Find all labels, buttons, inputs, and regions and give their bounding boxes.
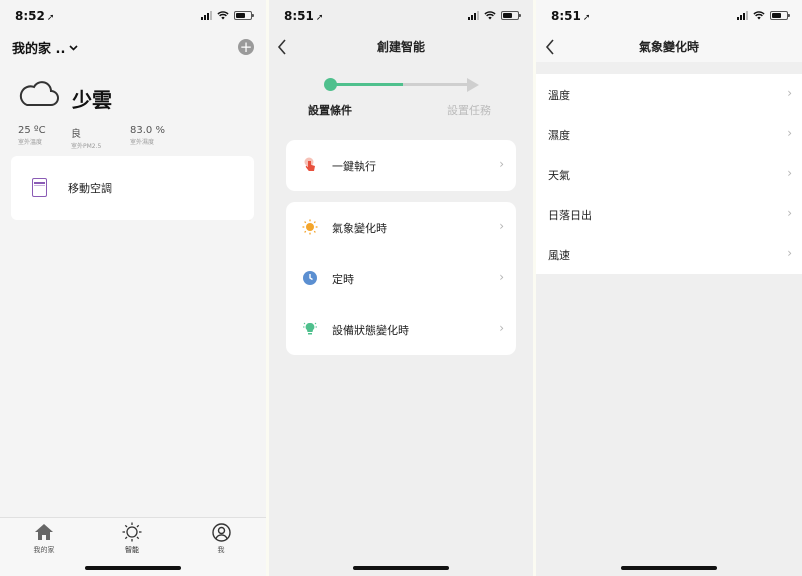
list-item-temperature[interactable]: 溫度 › — [536, 74, 802, 114]
option-label: 氣象變化時 — [332, 222, 387, 235]
status-time: 8:52 ➚ — [15, 9, 55, 23]
chevron-down-icon — [69, 44, 78, 51]
status-bar: 8:52 ➚ — [0, 0, 266, 34]
home-screen: 8:52 ➚ 我的家 .. + 少雲 25 ºC 室外溫度 良 室外PM2.5 8… — [0, 0, 266, 576]
status-icons — [737, 11, 790, 20]
stat-humidity: 83.0 % 室外濕度 — [130, 125, 165, 146]
option-label: 定時 — [332, 273, 354, 286]
stat-value: 83.0 % — [130, 125, 165, 136]
list-item-humidity[interactable]: 濕度 › — [536, 114, 802, 154]
chevron-right-icon: › — [499, 157, 504, 171]
option-one-click[interactable]: 一鍵執行 › — [286, 140, 516, 191]
list-item-label: 溫度 — [548, 89, 570, 102]
device-card[interactable]: 移動空調 — [11, 156, 254, 220]
option-label: 設備狀態變化時 — [332, 324, 409, 337]
card-conditions: 氣象變化時 › 定時 › 設備狀態變化時 › — [286, 202, 516, 355]
home-indicator — [85, 566, 181, 570]
weather-label: 少雲 — [72, 88, 112, 112]
create-smart-screen: 8:51 ➚ 創建智能 設置條件 設置任務 一鍵執行 › 氣象變化時 › 定時 … — [269, 0, 533, 576]
wifi-icon — [217, 11, 229, 20]
tab-me[interactable]: 我 — [191, 522, 251, 555]
tab-label: 我的家 — [33, 546, 55, 554]
sun-icon — [302, 219, 318, 235]
option-schedule[interactable]: 定時 › — [286, 253, 516, 304]
wifi-icon — [753, 11, 765, 20]
weather-condition-list: 溫度 › 濕度 › 天氣 › 日落日出 › 風速 › — [536, 74, 802, 274]
tap-hand-icon — [304, 157, 315, 171]
signal-icon — [201, 11, 212, 20]
option-device-state[interactable]: 設備狀態變化時 › — [286, 304, 516, 355]
stat-value: 良 — [71, 129, 81, 140]
list-item-label: 濕度 — [548, 129, 570, 142]
device-name: 移動空調 — [68, 182, 112, 195]
battery-icon — [234, 11, 254, 20]
air-conditioner-icon — [32, 178, 47, 197]
stat-label: 室外濕度 — [130, 139, 155, 146]
list-item-label: 日落日出 — [548, 209, 592, 222]
section-spacer — [536, 62, 802, 74]
list-item-wind-speed[interactable]: 風速 › — [536, 234, 802, 274]
option-weather-change[interactable]: 氣象變化時 › — [286, 202, 516, 253]
status-icons — [468, 11, 521, 20]
stat-pm25: 良 室外PM2.5 — [71, 125, 101, 150]
chevron-right-icon: › — [787, 126, 792, 140]
step-arrow-icon — [467, 78, 479, 92]
step-line-done — [335, 83, 403, 86]
stat-temperature: 25 ºC 室外溫度 — [18, 125, 46, 146]
stat-label: 室外PM2.5 — [71, 143, 102, 150]
tab-smart[interactable]: 智能 — [102, 522, 162, 555]
wifi-icon — [484, 11, 496, 20]
battery-icon — [501, 11, 521, 20]
step-progress: 設置條件 設置任務 — [269, 70, 533, 120]
screens-stage: 8:52 ➚ 我的家 .. + 少雲 25 ºC 室外溫度 良 室外PM2.5 8… — [0, 0, 802, 576]
home-indicator — [353, 566, 449, 570]
tab-label: 我 — [217, 546, 225, 554]
home-title: 我的家 .. — [12, 42, 66, 57]
profile-icon — [211, 522, 231, 542]
option-label: 一鍵執行 — [332, 160, 376, 173]
chevron-right-icon: › — [787, 246, 792, 260]
status-icons — [201, 11, 254, 20]
list-item-label: 天氣 — [548, 169, 570, 182]
list-item-weather[interactable]: 天氣 › — [536, 154, 802, 194]
page-title: 氣象變化時 — [638, 40, 699, 54]
step-line-pending — [403, 83, 469, 86]
clock-icon — [303, 271, 317, 285]
cloud-icon — [19, 81, 59, 106]
house-icon — [35, 524, 53, 540]
chevron-right-icon: › — [787, 86, 792, 100]
battery-icon — [770, 11, 790, 20]
chevron-right-icon: › — [787, 206, 792, 220]
chevron-right-icon: › — [499, 321, 504, 335]
stat-label: 室外溫度 — [18, 139, 43, 146]
stat-value: 25 ºC — [18, 125, 46, 136]
card-manual: 一鍵執行 › — [286, 140, 516, 191]
chevron-right-icon: › — [787, 166, 792, 180]
status-bar: 8:51 ➚ — [269, 0, 533, 34]
weather-change-screen: 8:51 ➚ 氣象變化時 溫度 › 濕度 › 天氣 › 日落日出 › 風速 › — [536, 0, 802, 576]
step-label-tasks: 設置任務 — [447, 104, 491, 117]
tab-my-home[interactable]: 我的家 — [14, 522, 74, 555]
step-current-dot — [324, 78, 337, 91]
status-time: 8:51 ➚ — [284, 9, 324, 23]
signal-icon — [468, 11, 479, 20]
sun-icon — [122, 522, 142, 542]
home-indicator — [621, 566, 717, 570]
home-selector[interactable]: 我的家 .. — [12, 38, 78, 57]
add-icon[interactable]: + — [238, 39, 254, 55]
chevron-right-icon: › — [499, 219, 504, 233]
tab-label: 智能 — [125, 546, 139, 554]
status-time: 8:51 ➚ — [551, 9, 591, 23]
signal-icon — [737, 11, 748, 20]
list-item-sunrise-sunset[interactable]: 日落日出 › — [536, 194, 802, 234]
list-item-label: 風速 — [548, 249, 570, 262]
page-title: 創建智能 — [376, 40, 425, 54]
bulb-icon — [303, 322, 317, 335]
step-label-conditions: 設置條件 — [308, 104, 352, 117]
chevron-right-icon: › — [499, 270, 504, 284]
